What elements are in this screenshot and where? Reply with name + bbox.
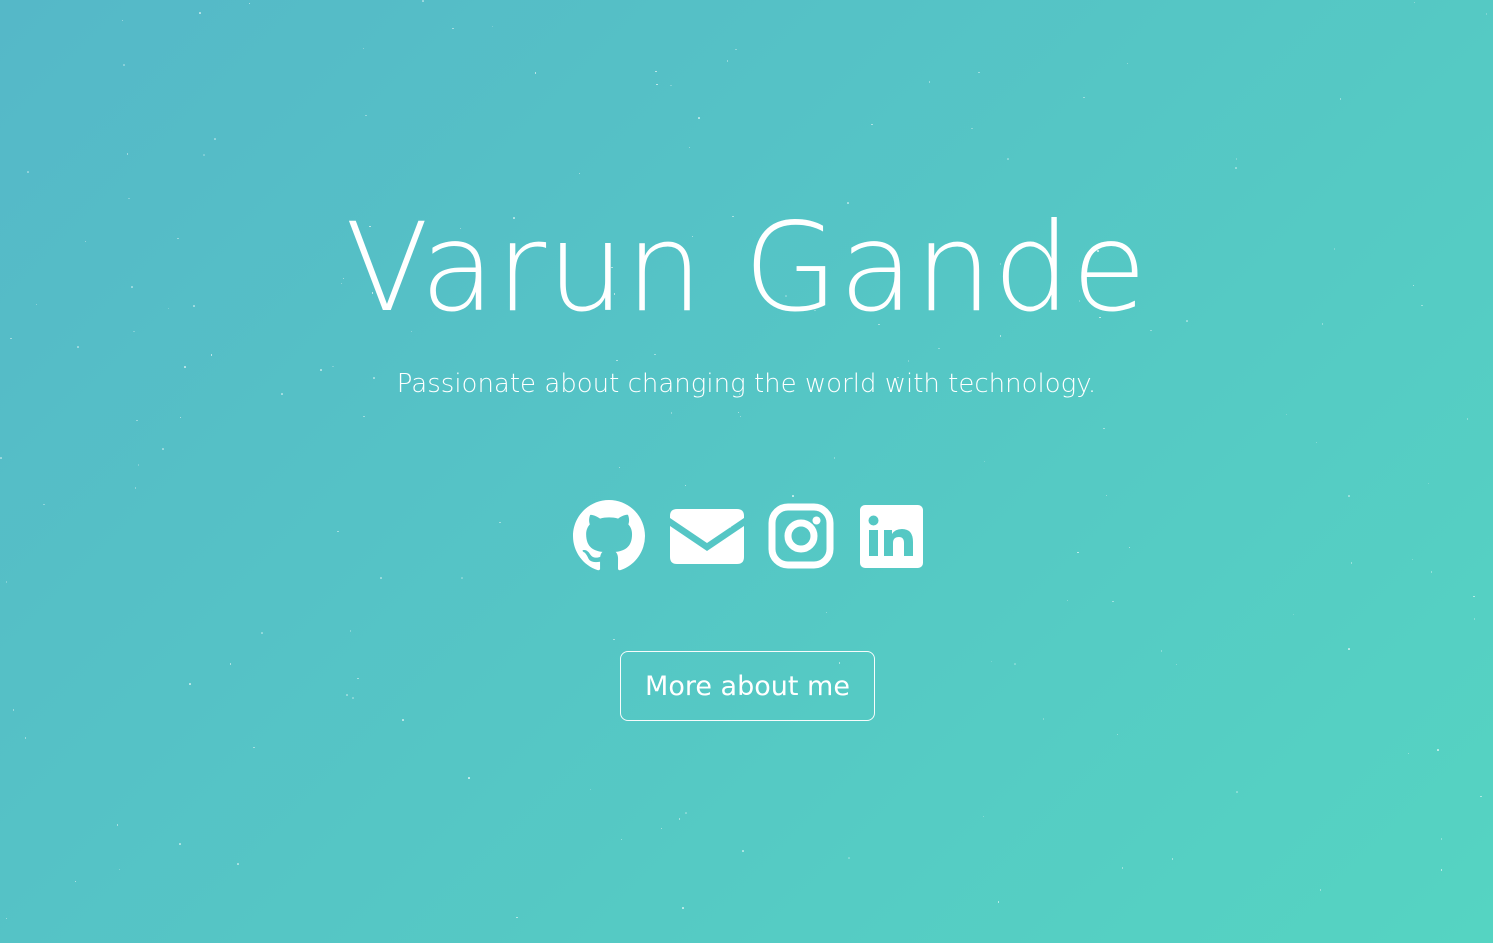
instagram-icon xyxy=(768,500,834,572)
github-icon xyxy=(573,500,645,572)
social-links xyxy=(0,500,1493,572)
hero-content: Varun Gande Passionate about changing th… xyxy=(0,0,1493,943)
page-title: Varun Gande xyxy=(345,197,1148,339)
email-link[interactable] xyxy=(669,500,745,572)
linkedin-icon xyxy=(858,500,924,572)
tagline: Passionate about changing the world with… xyxy=(396,369,1097,399)
linkedin-link[interactable] xyxy=(858,500,924,572)
github-link[interactable] xyxy=(573,500,645,572)
instagram-link[interactable] xyxy=(768,500,834,572)
more-about-me-button[interactable]: More about me xyxy=(620,651,875,721)
hero-section: Varun Gande Passionate about changing th… xyxy=(0,0,1493,943)
envelope-icon xyxy=(669,500,745,572)
